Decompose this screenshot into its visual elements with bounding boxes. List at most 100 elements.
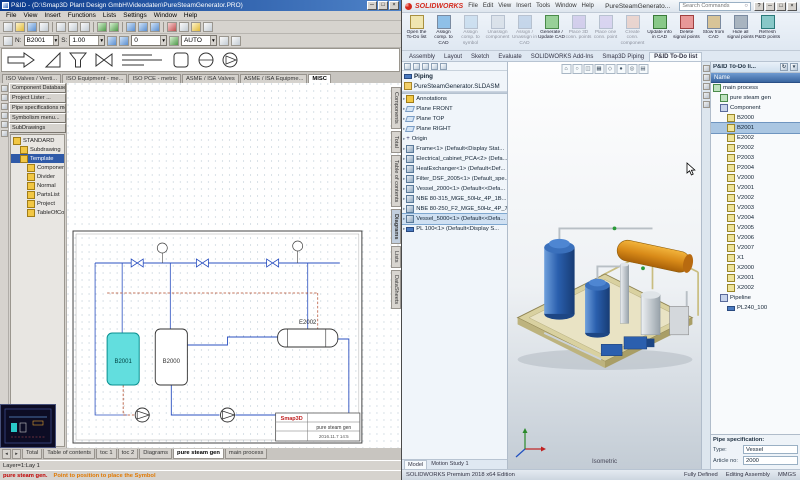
tab-motion-study[interactable]: Motion Study 1 <box>428 460 471 469</box>
ribbon-button[interactable]: Assign comp. to CAD <box>430 14 457 46</box>
tree-item[interactable]: STANDARD <box>11 136 64 145</box>
menu-item[interactable]: Window <box>553 3 578 9</box>
mirror-icon[interactable] <box>107 35 118 46</box>
sheet-tab[interactable]: Total <box>22 449 43 459</box>
feature-tree-item[interactable]: NBE 80-250_F2_MGE_50Hz_4P_7... <box>402 204 507 214</box>
feature-tree-item[interactable]: Electrical_cabinet_PCA<2> (Defa... <box>402 154 507 164</box>
sidebar-menu-button[interactable]: SubDrawings <box>9 123 66 133</box>
hide-show-icon[interactable]: ● <box>616 64 626 74</box>
feature-tree-item[interactable]: Origin <box>402 134 507 144</box>
menu-item[interactable]: Lists <box>100 12 119 19</box>
menu-item[interactable]: File <box>466 3 480 9</box>
mode-combo[interactable]: AUTO <box>180 35 217 46</box>
menu-item[interactable]: Window <box>151 12 180 19</box>
piping-root[interactable]: Piping <box>402 71 507 81</box>
todo-item[interactable]: P2003 <box>711 153 800 163</box>
component-name-combo[interactable]: B2001 <box>23 35 60 46</box>
command-tab[interactable]: Evaluate <box>494 53 525 61</box>
help-button[interactable]: ? <box>754 1 764 11</box>
todo-item[interactable]: Pipeline <box>711 293 800 303</box>
sidebar-menu-button[interactable]: Pipe specifications menu... <box>9 103 66 113</box>
file-explorer-icon[interactable] <box>702 83 710 90</box>
connect-icon[interactable] <box>218 35 229 46</box>
spec-type-value[interactable]: Vessel <box>743 445 798 454</box>
side-tab[interactable]: Table of contents <box>391 154 401 207</box>
copy-icon[interactable] <box>68 22 78 32</box>
menu-item[interactable]: View <box>496 3 513 9</box>
appearances-icon[interactable] <box>702 92 710 99</box>
feature-tree-item[interactable]: Frame<1> (Default<Display Stat... <box>402 144 507 154</box>
pump-2[interactable] <box>220 407 236 423</box>
sidebar-menu-button[interactable]: Symbolism menu... <box>9 113 66 123</box>
select-icon[interactable] <box>0 121 8 128</box>
menu-item[interactable]: Functions <box>65 12 99 19</box>
todo-item[interactable]: P2004 <box>711 163 800 173</box>
appearance-icon[interactable]: ◎ <box>627 64 637 74</box>
todo-item[interactable]: P2002 <box>711 143 800 153</box>
feature-tree-item[interactable]: Plane RIGHT <box>402 124 507 134</box>
cut-icon[interactable] <box>56 22 66 32</box>
tree-item[interactable]: Template <box>11 154 64 163</box>
tree-item[interactable]: Divider <box>11 172 64 181</box>
ribbon-button[interactable]: Create conn. component <box>619 14 646 46</box>
spec-article-value[interactable]: 2000 <box>743 456 798 465</box>
sidebar-menu-button[interactable]: Project Lister ... <box>9 93 66 103</box>
pump-3d-2[interactable] <box>600 343 622 356</box>
ribbon-button[interactable]: Generate / Update CAD <box>538 14 565 41</box>
command-tab[interactable]: Sketch <box>467 53 493 61</box>
menu-item[interactable]: Help <box>580 3 596 9</box>
todo-item[interactable]: B2000 <box>711 113 800 123</box>
symbol-valve[interactable] <box>95 53 113 67</box>
vessel-2000-3d[interactable] <box>543 238 575 320</box>
feature-tree-item[interactable]: NBE 80-315_MGE_50Hz_4P_1B... <box>402 194 507 204</box>
symbol-triangle[interactable] <box>44 51 61 68</box>
ribbon-button[interactable]: Refresh P&ID points <box>754 14 781 41</box>
sheet-tab-next-button[interactable] <box>12 449 21 459</box>
todo-item[interactable]: X2002 <box>711 283 800 293</box>
maximize-button[interactable]: □ <box>776 1 786 11</box>
symbol-library-tab[interactable]: MISC <box>308 74 331 83</box>
symbol-library-tab[interactable]: ISO Valves / Venti... <box>2 74 62 83</box>
feature-tree-icon[interactable] <box>404 63 411 70</box>
ribbon-button[interactable]: Place 3D conn. points <box>565 14 592 41</box>
todo-item[interactable]: V2002 <box>711 193 800 203</box>
symbol-funnel[interactable] <box>68 52 88 68</box>
pump-1[interactable] <box>134 407 151 423</box>
command-tab[interactable]: Layout <box>440 53 466 61</box>
close-button[interactable]: × <box>389 1 399 10</box>
menu-item[interactable]: Insert <box>514 3 533 9</box>
symbol-library-tab[interactable]: ASME / ISA Equipme... <box>239 74 308 83</box>
check-icon[interactable] <box>168 35 179 46</box>
minimize-button[interactable]: ─ <box>367 1 377 10</box>
zoom-area-icon[interactable]: ○ <box>572 64 582 74</box>
feature-tree-item[interactable]: Vessel_5000<1> (Default<<Defa... <box>402 213 507 225</box>
sidebar-menu-button[interactable]: Component Database... <box>9 83 66 93</box>
todo-item[interactable]: E2002 <box>711 133 800 143</box>
collapse-panel-icon[interactable]: ▾ <box>790 63 798 71</box>
configuration-icon[interactable] <box>422 63 429 70</box>
redo-icon[interactable] <box>109 22 119 32</box>
close-button[interactable]: × <box>787 1 797 11</box>
sheet-tab[interactable]: toc 1 <box>96 449 117 459</box>
electrical-cabinet-3d[interactable] <box>668 305 689 335</box>
symbol-tank[interactable] <box>173 52 189 68</box>
symbol-lines[interactable] <box>122 54 162 66</box>
zoom-out-icon[interactable] <box>138 22 148 32</box>
property-manager-icon[interactable] <box>413 63 420 70</box>
draw-pipe-icon[interactable] <box>0 94 8 101</box>
ribbon-button[interactable]: Unassign component <box>484 14 511 41</box>
menu-item[interactable]: Insert <box>41 12 63 19</box>
menu-item[interactable]: Tools <box>534 3 552 9</box>
feature-tree-item[interactable]: Plane TOP <box>402 114 507 124</box>
todo-item[interactable]: V2007 <box>711 243 800 253</box>
scale-combo[interactable]: 1.00 <box>69 35 106 46</box>
maximize-button[interactable]: □ <box>378 1 388 10</box>
ribbon-button[interactable]: Open the To-Do list <box>403 14 430 41</box>
sheet-tab-prev-button[interactable] <box>2 449 11 459</box>
new-icon[interactable] <box>3 22 13 32</box>
todo-item[interactable]: V2006 <box>711 233 800 243</box>
todo-column-header[interactable]: Name <box>711 73 800 83</box>
tree-item[interactable]: Subdrawing <box>11 145 64 154</box>
3d-viewport[interactable]: ⌂ ○ ◫ ▦ ◇ ● ◎ ▤ Isometric <box>508 62 701 469</box>
scene-icon[interactable]: ▤ <box>638 64 648 74</box>
